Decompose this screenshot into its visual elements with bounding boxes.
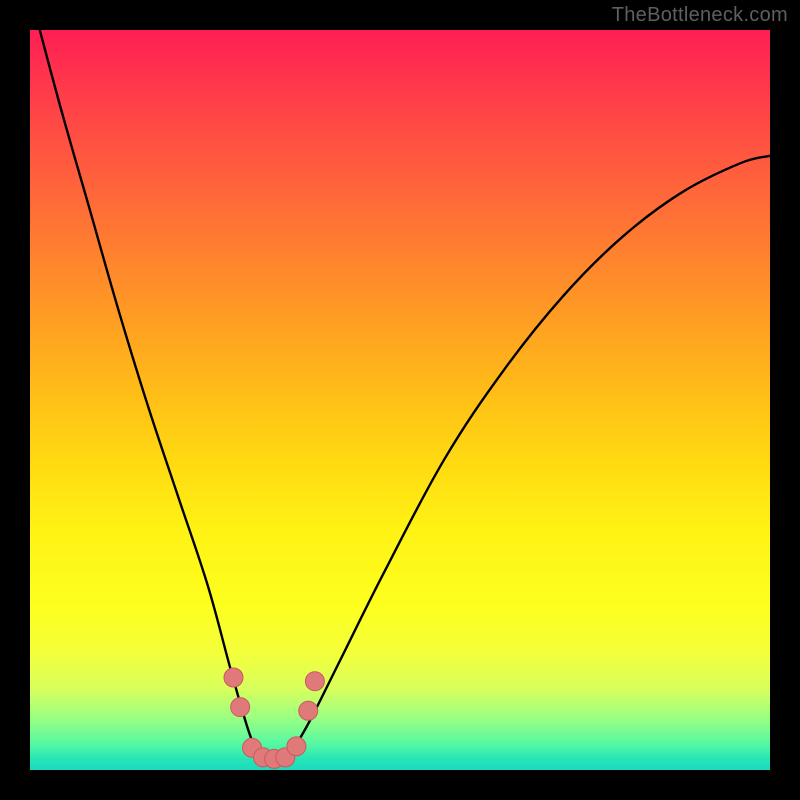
curve-markers (224, 668, 324, 768)
marker-dot (305, 672, 324, 691)
curve-layer (30, 30, 770, 770)
plot-area (30, 30, 770, 770)
marker-dot (299, 701, 318, 720)
marker-dot (224, 668, 243, 687)
marker-dot (231, 698, 250, 717)
bottleneck-curve (30, 0, 770, 759)
marker-dot (287, 737, 306, 756)
watermark-text: TheBottleneck.com (612, 4, 788, 27)
chart-frame: TheBottleneck.com (0, 0, 800, 800)
